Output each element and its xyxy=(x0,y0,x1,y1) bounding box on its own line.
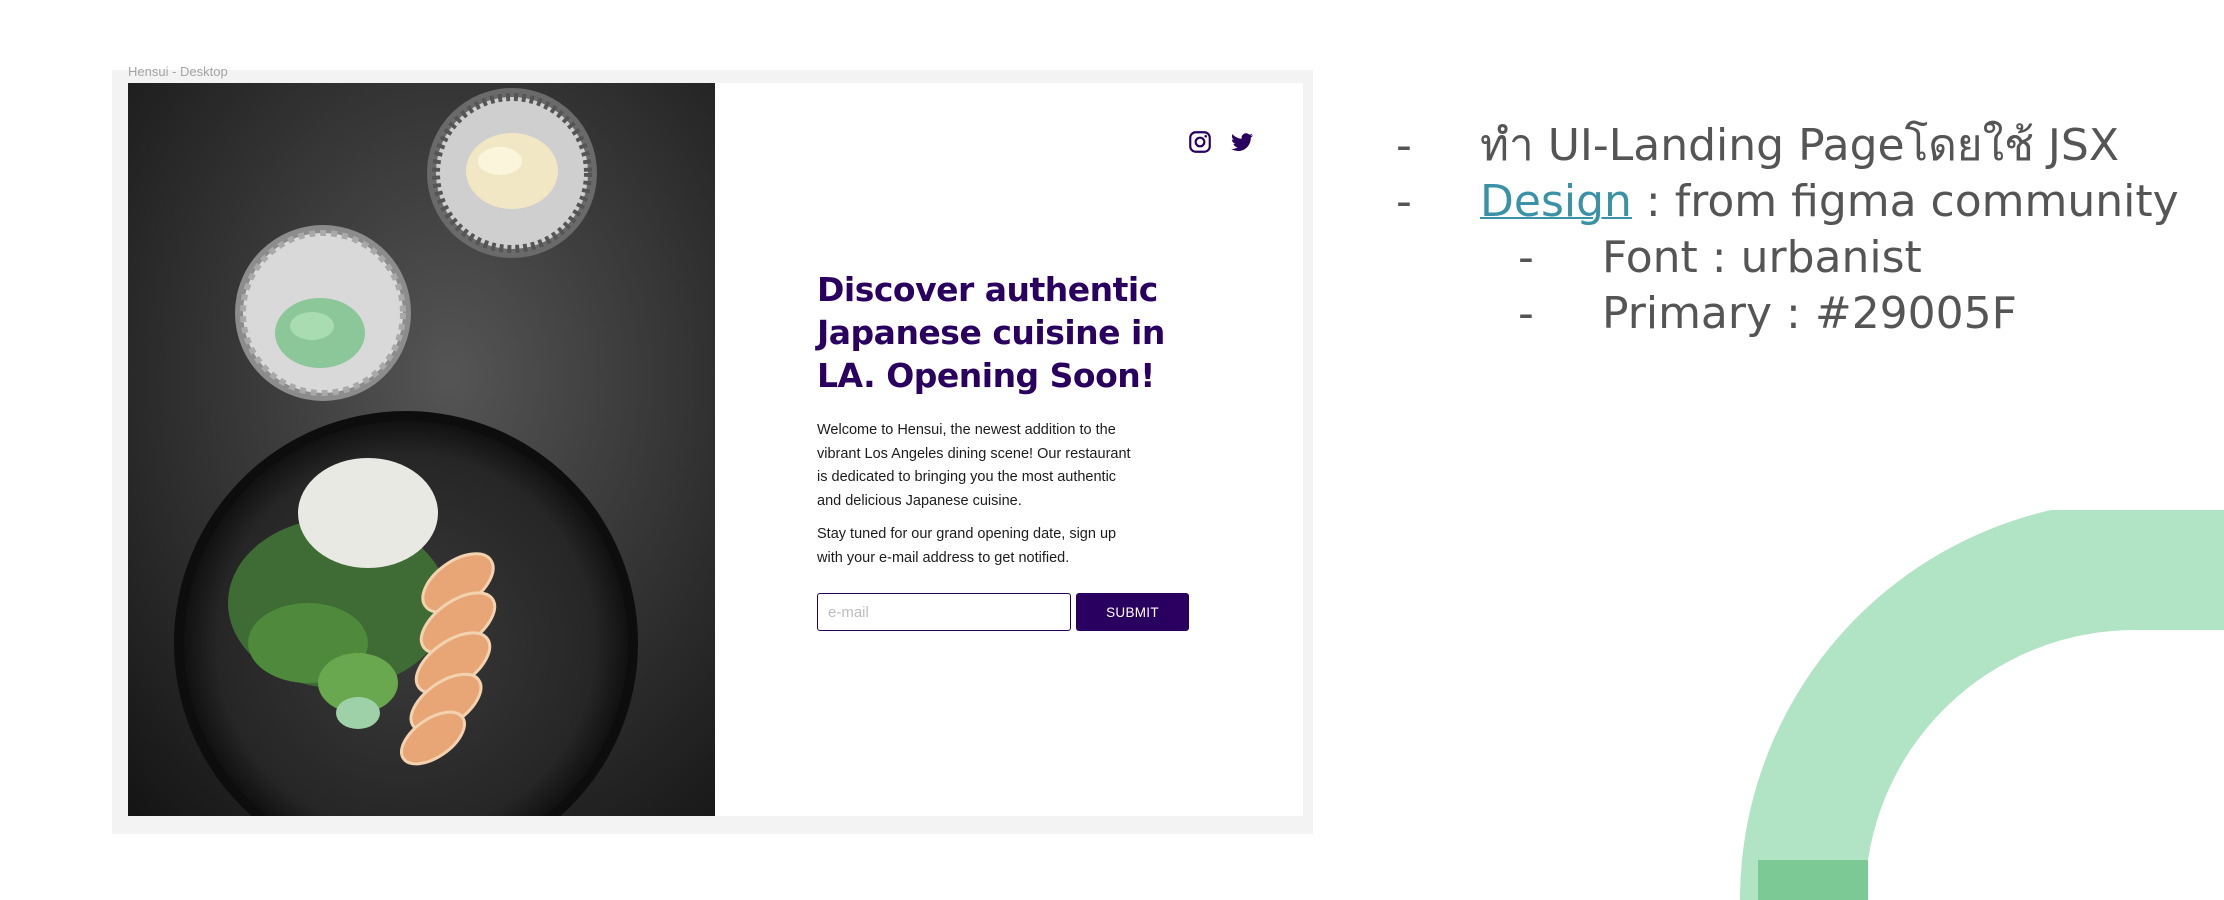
bullet-dash: - xyxy=(1396,120,1412,171)
slide-title xyxy=(0,0,2224,20)
hero-content: Discover authentic Japanese cuisine in L… xyxy=(817,268,1197,631)
bullet-dash: - xyxy=(1518,232,1534,283)
hero-intro-text: Welcome to Hensui, the newest addition t… xyxy=(817,422,1131,509)
figma-frame-label: Hensui - Desktop xyxy=(128,64,228,79)
note-text: ทำ UI-Landing Pageโดยใช้ JSX xyxy=(1480,120,2119,171)
hero-food-photo xyxy=(128,83,715,816)
signup-form: SUBMIT xyxy=(817,593,1197,631)
bullet-dash: - xyxy=(1396,176,1412,227)
note-text-rest: : from figma community xyxy=(1631,176,2179,227)
note-item-jsx: - ทำ UI-Landing Pageโดยใช้ JSX xyxy=(1396,118,2196,174)
decorative-green-arc xyxy=(1740,510,2224,900)
email-input[interactable] xyxy=(817,593,1071,631)
hero-notify-text: Stay tuned for our grand opening date, s… xyxy=(817,526,1117,566)
hero-headline: Discover authentic Japanese cuisine in L… xyxy=(817,270,1165,395)
note-item-design: - Design : from figma community xyxy=(1396,174,2196,230)
submit-button[interactable]: SUBMIT xyxy=(1076,593,1189,631)
note-item-font: - Font : urbanist xyxy=(1396,230,2196,286)
notes-list: - ทำ UI-Landing Pageโดยใช้ JSX - Design … xyxy=(1396,118,2196,342)
social-links xyxy=(1187,129,1255,155)
note-text: Primary : #29005F xyxy=(1602,288,2017,339)
note-text: Design : from figma community xyxy=(1480,174,2179,230)
note-text: Font : urbanist xyxy=(1602,232,1922,283)
note-item-primary: - Primary : #29005F xyxy=(1396,286,2196,342)
bullet-dash: - xyxy=(1518,288,1534,339)
twitter-icon[interactable] xyxy=(1229,129,1255,155)
design-link[interactable]: Design xyxy=(1480,176,1632,227)
instagram-icon[interactable] xyxy=(1187,129,1213,155)
landing-page-mockup: Discover authentic Japanese cuisine in L… xyxy=(128,83,1303,816)
